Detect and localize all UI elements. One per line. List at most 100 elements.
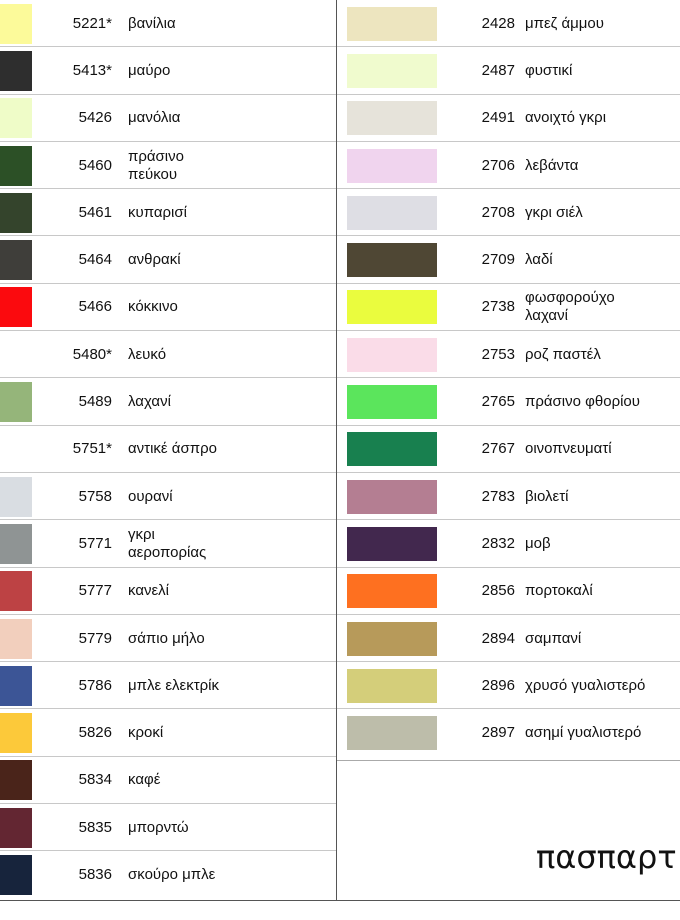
color-swatch — [0, 50, 32, 91]
color-name-line: μπλε ελεκτρίκ — [128, 676, 220, 694]
color-code: 5758 — [78, 487, 112, 505]
color-name: ροζ παστέλ — [525, 346, 601, 364]
color-name: κροκί — [128, 724, 163, 742]
right-color-column: 2428 μπεζ άμμου 2487 φυστικί 2491 ανοιχτό γκρ… — [337, 0, 680, 761]
color-swatch — [347, 621, 437, 656]
color-name-line: πεύκου — [128, 165, 178, 183]
color-name-line: μαύρο — [128, 61, 171, 79]
color-row: 5786 μπλε ελεκτρίκ — [0, 662, 336, 710]
color-name-line: ουρανί — [128, 487, 173, 505]
color-code: 2738 — [481, 298, 515, 316]
color-row: 5461 κυπαρισί — [0, 189, 336, 237]
color-name: χρυσό γυαλιστερό — [525, 677, 645, 695]
color-name-line: γκρι σιέλ — [525, 203, 583, 221]
color-name-line: πορτοκαλί — [525, 582, 593, 600]
color-swatch — [347, 195, 437, 230]
color-row: 5460 πράσινο πεύκου — [0, 142, 336, 190]
color-name: ουρανί — [128, 488, 173, 506]
color-row: 5758 ουρανί — [0, 473, 336, 521]
color-name-line: μπορντώ — [128, 818, 189, 836]
color-name-line: λευκό — [128, 345, 167, 363]
color-name-line: κανελί — [128, 582, 170, 600]
color-name-line: σάπιο μήλο — [128, 629, 205, 647]
color-row: 2706 λεβάντα — [337, 142, 680, 190]
color-code: 2897 — [481, 724, 515, 742]
color-swatch — [0, 145, 32, 186]
color-row: 2856 πορτοκαλί — [337, 568, 680, 615]
color-row: 5836 σκούρο μπλε — [0, 851, 336, 898]
color-name: μπορντώ — [128, 819, 189, 837]
color-swatch — [0, 287, 32, 328]
color-code: 2428 — [481, 14, 515, 32]
color-name-line: γκρι — [128, 525, 155, 543]
color-row: 2491 ανοιχτό γκρι — [337, 95, 680, 142]
color-name-line: λαδί — [525, 251, 553, 269]
color-name-line: κροκί — [128, 724, 164, 742]
color-name: σκούρο μπλε — [128, 866, 215, 884]
color-code: 5826 — [78, 724, 112, 742]
color-row: 5779 σάπιο μήλο — [0, 615, 336, 663]
color-swatch — [347, 574, 437, 609]
color-name-line: μπεζ άμμου — [525, 14, 604, 32]
color-name: γκρι σιέλ — [525, 204, 583, 222]
color-swatch — [347, 526, 437, 561]
color-code: 5426 — [78, 109, 112, 127]
color-name-line: κόκκινο — [128, 298, 178, 316]
color-swatch — [347, 53, 437, 88]
color-row: 5777 κανελί — [0, 568, 336, 615]
color-name-line: βιολετί — [525, 487, 569, 505]
color-code: 5489 — [78, 393, 112, 411]
color-code: 2896 — [481, 676, 515, 694]
color-row: 2897 ασημί γυαλιστερό — [337, 710, 680, 757]
color-name-line: ασημί γυαλιστερό — [525, 724, 642, 742]
color-swatch — [0, 571, 32, 612]
color-name: πράσινο πεύκου — [128, 148, 184, 184]
color-name: ασημί γυαλιστερό — [525, 724, 641, 742]
color-code: 2765 — [481, 393, 515, 411]
color-name-line: ροζ παστέλ — [525, 345, 601, 363]
color-name: μπλε ελεκτρίκ — [128, 677, 219, 695]
color-name-line: κυπαρισί — [128, 203, 187, 221]
color-swatch — [347, 716, 437, 751]
color-name-line: λαχανί — [128, 393, 171, 411]
color-name: μοβ — [525, 535, 551, 553]
color-name: κυπαρισί — [128, 204, 187, 222]
color-row: 2487 φυστικί — [337, 47, 680, 95]
color-swatch — [0, 3, 32, 44]
color-code: 2708 — [481, 203, 515, 221]
color-chart-table: 5221* βανίλια 5413* μαύρο 5426 μανόλια 5460 πρά… — [0, 0, 680, 901]
color-swatch — [0, 618, 32, 659]
color-name-line: οινοπνευματί — [525, 440, 612, 458]
color-name: γκρι αεροπορίας — [128, 526, 206, 562]
color-row: 2783 βιολετί — [337, 473, 680, 521]
color-swatch — [0, 382, 32, 423]
color-code: 2894 — [481, 629, 515, 647]
color-swatch — [0, 476, 32, 517]
color-name-line: σκούρο μπλε — [128, 866, 216, 884]
color-row: 5751* αντικέ άσπρο — [0, 426, 336, 473]
color-name-line: βανίλια — [128, 14, 176, 32]
color-swatch — [347, 337, 437, 372]
color-row: 5826 κροκί — [0, 710, 336, 757]
color-row: 5466 κόκκινο — [0, 284, 336, 332]
color-name: πράσινο φθορίου — [525, 393, 640, 411]
color-name-line: μοβ — [525, 534, 551, 552]
color-code: 5413* — [72, 61, 112, 79]
color-name: πορτοκαλί — [525, 582, 593, 600]
color-name: σάπιο μήλο — [128, 630, 205, 648]
color-name-line: φωσφορούχο — [525, 289, 615, 307]
color-row: 5426 μανόλια — [0, 95, 336, 142]
color-swatch — [347, 243, 437, 278]
color-swatch — [0, 523, 32, 564]
color-swatch — [0, 429, 32, 470]
color-code: 2709 — [481, 251, 515, 269]
color-name: σαμπανί — [525, 630, 581, 648]
color-name: φωσφορούχο λαχανί — [525, 289, 615, 325]
color-code: 2856 — [481, 582, 515, 600]
color-name-line: λαχανί — [525, 307, 568, 325]
color-name: αντικέ άσπρο — [128, 440, 217, 458]
color-code: 5461 — [78, 203, 112, 221]
color-row: 5489 λαχανί — [0, 378, 336, 426]
color-name-line: φυστικί — [525, 61, 573, 79]
color-row: 2765 πράσινο φθορίου — [337, 378, 680, 426]
